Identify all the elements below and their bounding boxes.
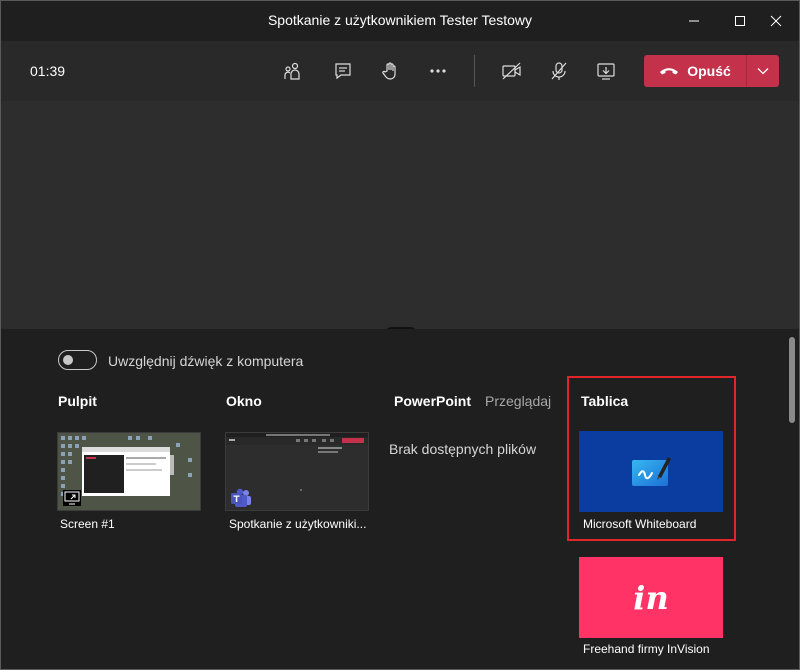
invision-logo: in: [633, 578, 669, 617]
meeting-stage: [1, 101, 799, 335]
raise-hand-button[interactable]: [375, 55, 407, 87]
section-window: Okno: [226, 393, 262, 409]
minimize-button[interactable]: [671, 1, 717, 41]
leave-label: Opuść: [687, 63, 731, 79]
invision-freehand-tile[interactable]: in: [579, 557, 723, 638]
more-icon: [430, 69, 446, 73]
hang-up-icon: [660, 68, 679, 75]
title-bar: Spotkanie z użytkownikiem Tester Testowy: [1, 1, 799, 41]
mic-toggle-button[interactable]: [543, 55, 575, 87]
toggle-knob: [63, 355, 73, 365]
leave-button[interactable]: Opuść: [644, 55, 779, 87]
meeting-toolbar: 01:39 Opuść: [1, 41, 799, 101]
maximize-icon: [735, 16, 745, 26]
leave-options-button[interactable]: [747, 55, 779, 87]
share-tray-scrollbar[interactable]: [789, 337, 795, 423]
screen-1-label: Screen #1: [60, 517, 115, 531]
share-tray-icon: [597, 63, 615, 80]
meeting-timer: 01:39: [30, 63, 66, 79]
close-button[interactable]: [753, 1, 799, 41]
more-actions-button[interactable]: [422, 55, 454, 87]
raise-hand-icon: [382, 62, 396, 80]
leave-main-button[interactable]: Opuść: [644, 55, 746, 87]
include-audio-label: Uwzględnij dźwięk z komputera: [108, 353, 304, 369]
monitor-share-icon: [63, 490, 81, 506]
chat-button[interactable]: [327, 55, 359, 87]
share-tray: Uwzględnij dźwięk z komputera Pulpit Okn…: [1, 329, 799, 669]
people-icon: [284, 62, 300, 80]
toolbar-divider: [474, 55, 475, 87]
section-powerpoint: PowerPoint: [394, 393, 472, 409]
participants-button[interactable]: [277, 55, 309, 87]
screen-1-thumbnail[interactable]: [57, 432, 201, 511]
camera-toggle-button[interactable]: [496, 55, 528, 87]
browse-link[interactable]: Przeglądaj: [485, 393, 551, 409]
window-label: Spotkanie z użytkowniki...: [229, 517, 367, 531]
share-tray-button[interactable]: [590, 55, 622, 87]
teams-meeting-window: Spotkanie z użytkownikiem Tester Testowy…: [0, 0, 800, 670]
mic-off-icon: [551, 62, 567, 80]
chat-icon: [335, 63, 351, 80]
microsoft-whiteboard-tile[interactable]: [579, 431, 723, 512]
camera-off-icon: [502, 62, 521, 80]
chevron-down-icon: [757, 68, 769, 75]
include-audio-toggle[interactable]: [58, 350, 97, 370]
close-icon: [770, 15, 782, 27]
window-thumbnail[interactable]: [225, 432, 369, 511]
teams-app-icon: [231, 488, 251, 507]
invision-freehand-label: Freehand firmy InVision: [583, 642, 710, 656]
section-desktop: Pulpit: [58, 393, 97, 409]
no-files-text: Brak dostępnych plików: [389, 441, 537, 457]
minimize-icon: [689, 20, 699, 22]
whiteboard-icon: [632, 456, 671, 486]
microsoft-whiteboard-label: Microsoft Whiteboard: [583, 517, 697, 531]
